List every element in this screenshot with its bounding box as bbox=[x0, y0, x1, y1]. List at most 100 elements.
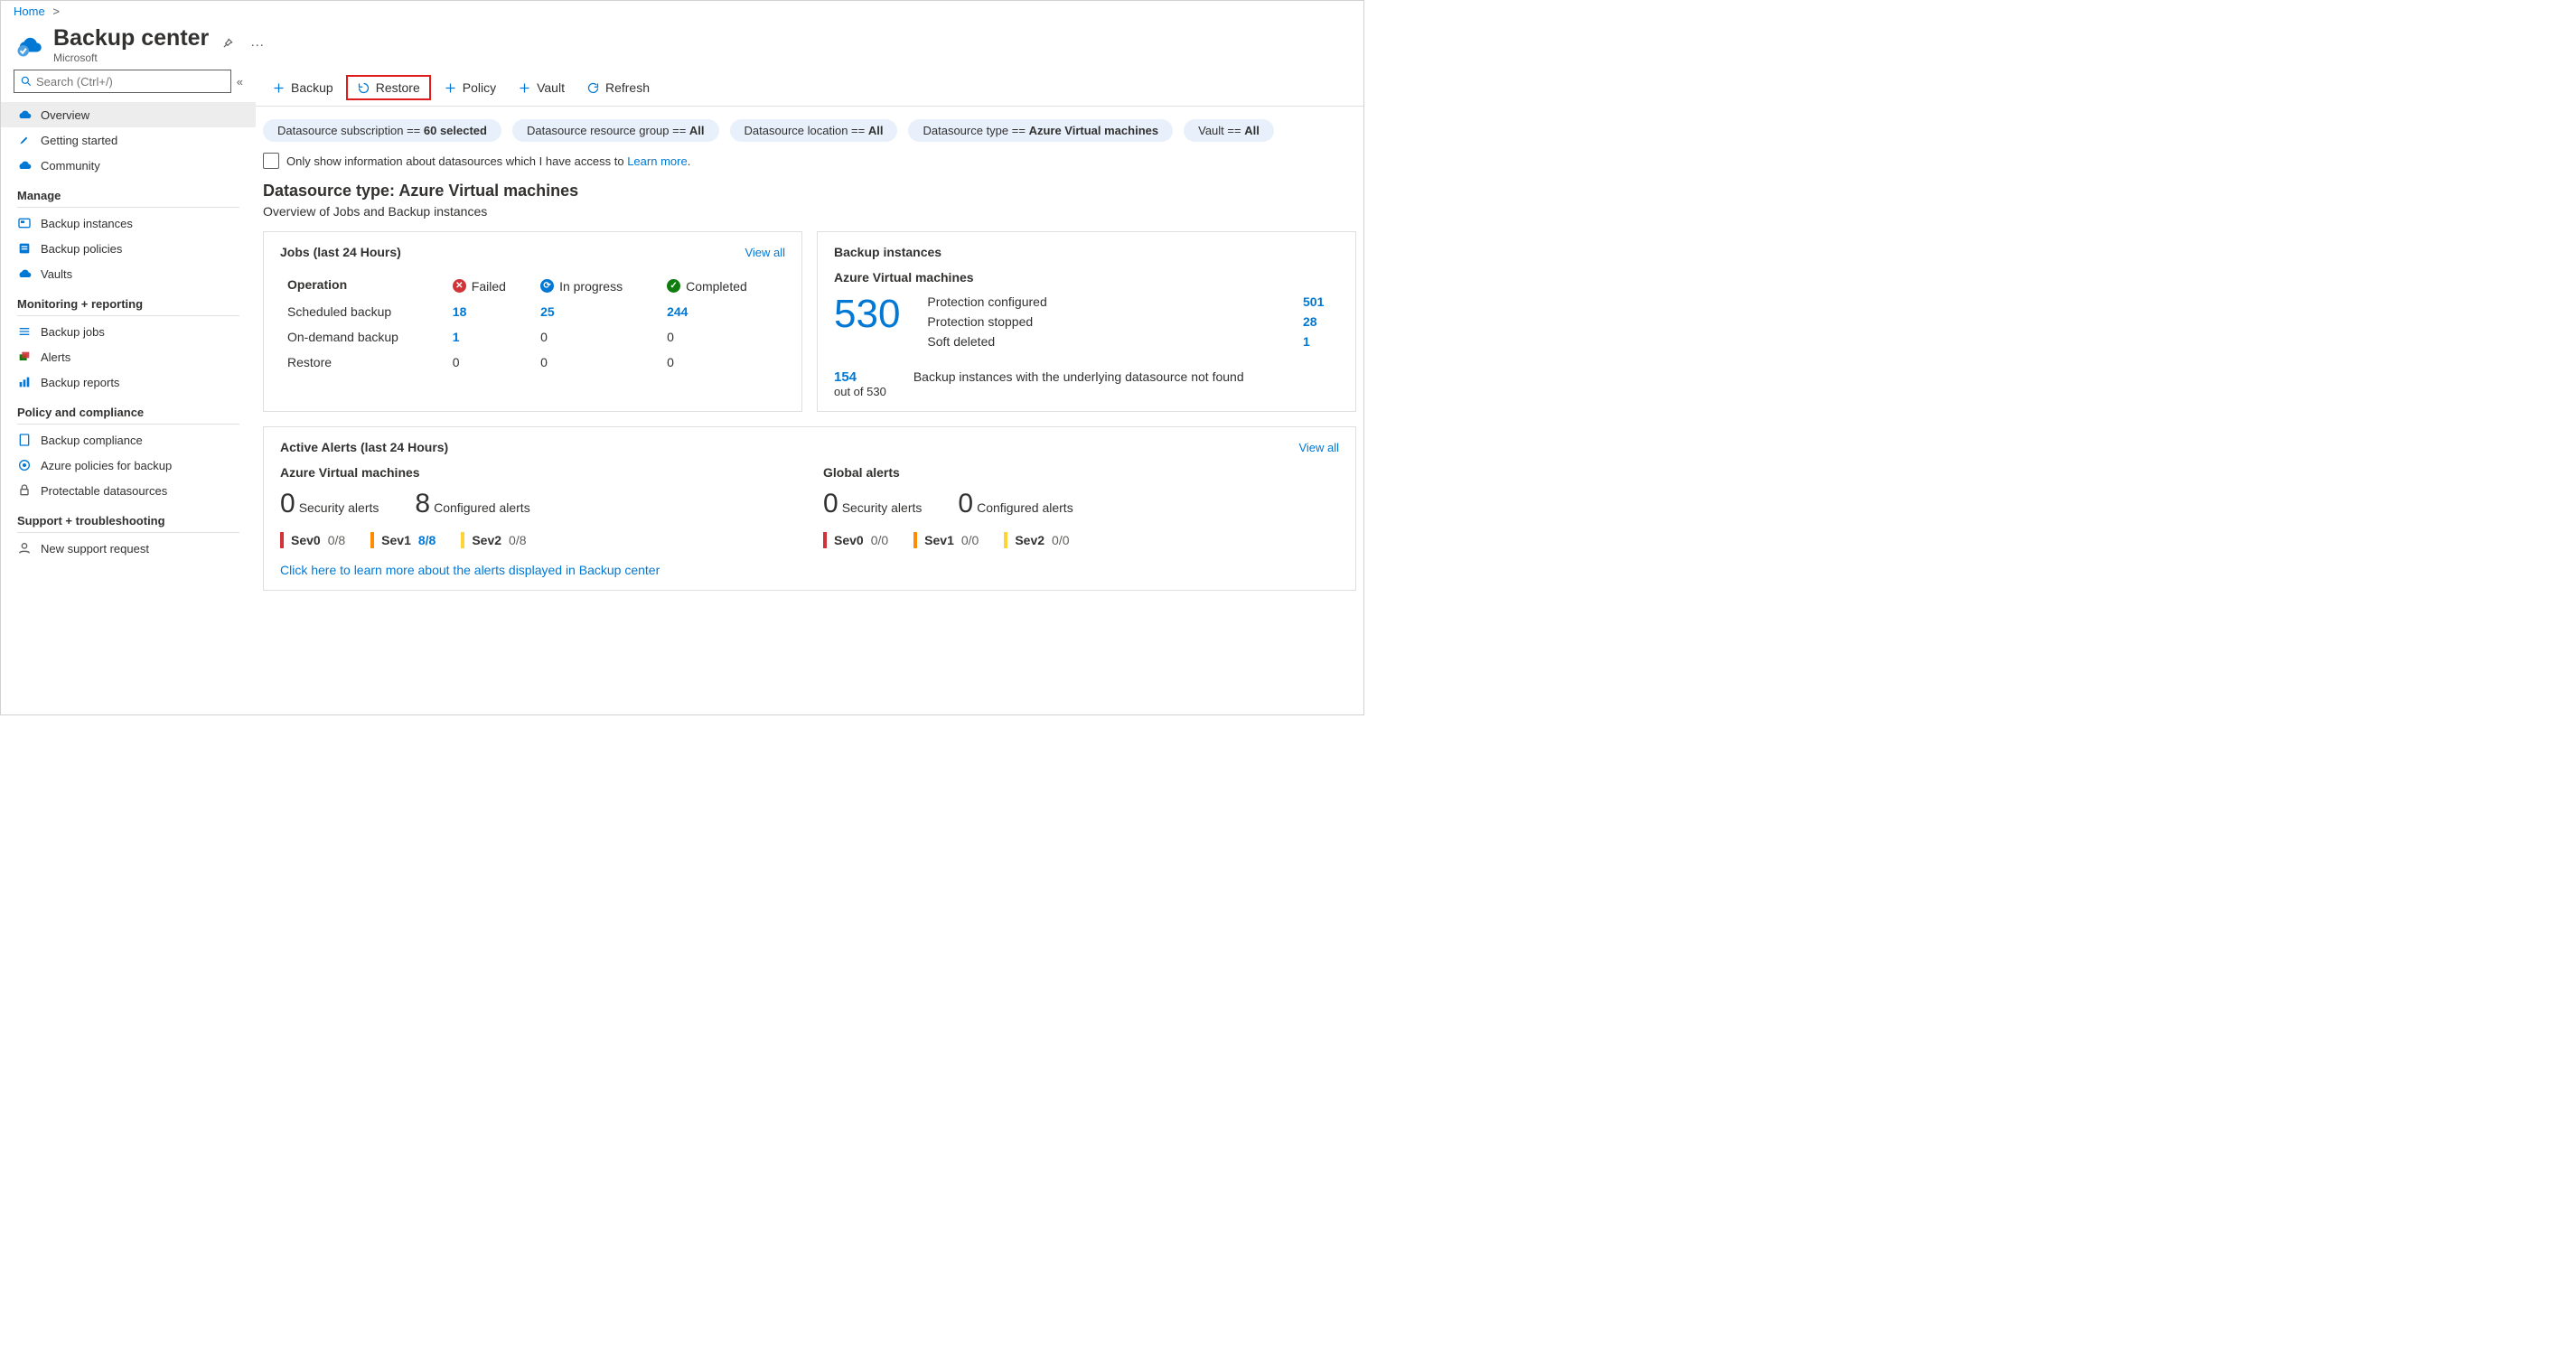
search-input[interactable] bbox=[14, 70, 231, 93]
breadcrumb-home[interactable]: Home bbox=[14, 5, 45, 18]
completed-icon: ✓ bbox=[667, 279, 680, 293]
alerts-avm-column: Azure Virtual machines 0Security alerts … bbox=[280, 465, 796, 548]
bi-status-label: Protection stopped bbox=[927, 314, 1033, 329]
collapse-sidebar-icon[interactable]: « bbox=[237, 75, 243, 89]
filter-subscription[interactable]: Datasource subscription == 60 selected bbox=[263, 119, 501, 142]
alerts-avm-title: Azure Virtual machines bbox=[280, 465, 796, 480]
severity-bar-icon bbox=[1004, 532, 1007, 548]
job-operation: On-demand backup bbox=[282, 325, 445, 349]
severity-name: Sev0 bbox=[834, 533, 864, 547]
sidebar-item-label: Protectable datasources bbox=[41, 484, 167, 498]
sev0-item: Sev00/0 bbox=[823, 532, 888, 548]
severity-name: Sev1 bbox=[924, 533, 954, 547]
sev0-item: Sev0 0/8 bbox=[280, 532, 345, 548]
global-configured-alerts: 0Configured alerts bbox=[958, 489, 1073, 519]
alerts-icon bbox=[17, 350, 32, 364]
filter-resource-group[interactable]: Datasource resource group == All bbox=[512, 119, 719, 142]
severity-name: Sev2 bbox=[1015, 533, 1044, 547]
plus-icon bbox=[518, 81, 531, 95]
sev1-item: Sev18/8 bbox=[370, 532, 436, 548]
bi-notfound-text: Backup instances with the underlying dat… bbox=[913, 369, 1339, 398]
filter-datasource-type[interactable]: Datasource type == Azure Virtual machine… bbox=[908, 119, 1173, 142]
bi-status-value[interactable]: 501 bbox=[1303, 294, 1339, 309]
job-inprogress-count: 0 bbox=[540, 355, 548, 369]
sidebar-item-label: Backup compliance bbox=[41, 434, 143, 447]
access-filter-row: Only show information about datasources … bbox=[256, 153, 1363, 182]
access-checkbox[interactable] bbox=[263, 153, 279, 169]
table-row: On-demand backup 1 0 0 bbox=[282, 325, 783, 349]
page-title: Backup center bbox=[53, 25, 209, 51]
bi-total-count[interactable]: 530 bbox=[834, 292, 900, 351]
table-row: Scheduled backup 18 25 244 bbox=[282, 300, 783, 323]
alerts-learn-more-link[interactable]: Click here to learn more about the alert… bbox=[280, 563, 1339, 577]
sidebar-item-backup-reports[interactable]: Backup reports bbox=[1, 369, 256, 395]
sidebar-item-backup-policies[interactable]: Backup policies bbox=[1, 236, 256, 261]
sidebar-item-azure-policies[interactable]: Azure policies for backup bbox=[1, 453, 256, 478]
bi-subtitle: Azure Virtual machines bbox=[834, 270, 1339, 285]
sidebar-item-label: Alerts bbox=[41, 350, 70, 364]
alerts-card: Active Alerts (last 24 Hours) View all A… bbox=[263, 426, 1356, 591]
sidebar-item-label: Community bbox=[41, 159, 100, 173]
operation-header: Operation bbox=[282, 272, 445, 298]
sidebar-item-overview[interactable]: Overview bbox=[1, 102, 256, 127]
jobs-table: Operation ✕Failed ⟳In progress ✓Complete… bbox=[280, 270, 785, 376]
vault-button[interactable]: Vault bbox=[509, 77, 574, 98]
sidebar-item-alerts[interactable]: Alerts bbox=[1, 344, 256, 369]
policy-button[interactable]: Policy bbox=[435, 77, 505, 98]
more-icon[interactable]: ··· bbox=[247, 33, 267, 56]
job-failed-count: 0 bbox=[453, 355, 460, 369]
sidebar-item-label: Backup instances bbox=[41, 217, 133, 230]
restore-button[interactable]: Restore bbox=[346, 75, 431, 100]
severity-name: Sev0 bbox=[291, 533, 321, 547]
severity-fraction: 0/8 bbox=[328, 533, 345, 547]
sidebar-item-support-request[interactable]: New support request bbox=[1, 536, 256, 561]
divider bbox=[17, 207, 239, 208]
restore-icon bbox=[357, 81, 370, 95]
toolbar-label: Restore bbox=[376, 80, 420, 95]
table-row: Restore 0 0 0 bbox=[282, 350, 783, 374]
backup-button[interactable]: Backup bbox=[263, 77, 342, 98]
divider bbox=[17, 315, 239, 316]
job-failed-count[interactable]: 18 bbox=[453, 304, 467, 319]
jobs-card-title: Jobs (last 24 Hours) bbox=[280, 245, 401, 259]
learn-more-link[interactable]: Learn more bbox=[627, 154, 687, 168]
chevron-right-icon: > bbox=[52, 5, 60, 18]
plus-icon bbox=[272, 81, 286, 95]
severity-fraction[interactable]: 8/8 bbox=[418, 533, 436, 547]
sidebar-item-getting-started[interactable]: Getting started bbox=[1, 127, 256, 153]
bi-status-value[interactable]: 28 bbox=[1303, 314, 1339, 329]
plus-icon bbox=[444, 81, 457, 95]
sidebar-item-community[interactable]: Community bbox=[1, 153, 256, 178]
job-inprogress-count[interactable]: 25 bbox=[540, 304, 555, 319]
job-failed-count[interactable]: 1 bbox=[453, 330, 460, 344]
failed-header: Failed bbox=[472, 279, 506, 294]
bi-card-title: Backup instances bbox=[834, 245, 941, 259]
sidebar-item-label: New support request bbox=[41, 542, 149, 556]
sidebar-item-label: Backup policies bbox=[41, 242, 122, 256]
alerts-global-title: Global alerts bbox=[823, 465, 1339, 480]
sev1-item: Sev10/0 bbox=[913, 532, 979, 548]
sidebar-item-backup-compliance[interactable]: Backup compliance bbox=[1, 427, 256, 453]
sidebar-item-vaults[interactable]: Vaults bbox=[1, 261, 256, 286]
sidebar-section-monitoring: Monitoring + reporting bbox=[1, 286, 256, 313]
severity-bar-icon bbox=[280, 532, 284, 548]
refresh-button[interactable]: Refresh bbox=[577, 77, 659, 98]
alerts-view-all-link[interactable]: View all bbox=[1298, 441, 1339, 454]
sidebar-item-label: Getting started bbox=[41, 134, 117, 147]
jobs-view-all-link[interactable]: View all bbox=[745, 246, 785, 259]
sidebar-item-protectable[interactable]: Protectable datasources bbox=[1, 478, 256, 503]
sidebar-item-backup-instances[interactable]: Backup instances bbox=[1, 210, 256, 236]
severity-name: Sev2 bbox=[472, 533, 501, 547]
pin-icon[interactable] bbox=[218, 33, 238, 57]
bi-status-value[interactable]: 1 bbox=[1303, 334, 1339, 349]
sidebar-item-backup-jobs[interactable]: Backup jobs bbox=[1, 319, 256, 344]
job-completed-count[interactable]: 244 bbox=[667, 304, 688, 319]
divider bbox=[17, 424, 239, 425]
bi-notfound-count[interactable]: 154 bbox=[834, 369, 886, 385]
filter-location[interactable]: Datasource location == All bbox=[730, 119, 898, 142]
bi-status-label: Soft deleted bbox=[927, 334, 995, 349]
filter-vault[interactable]: Vault == All bbox=[1184, 119, 1274, 142]
sidebar: « Overview Getting started Community Man… bbox=[1, 70, 256, 715]
breadcrumb: Home > bbox=[1, 1, 1363, 22]
vault-icon bbox=[17, 266, 32, 281]
